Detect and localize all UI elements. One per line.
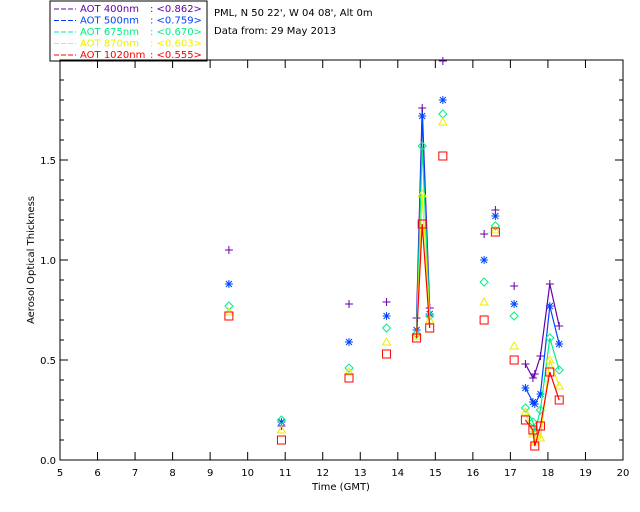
data-point-diamond <box>381 323 392 333</box>
data-point-triangle <box>509 340 520 350</box>
data-point-square <box>382 349 392 359</box>
data-point-asterisk <box>345 338 354 346</box>
data-point-asterisk <box>555 340 564 348</box>
x-tick-label: 8 <box>169 468 175 479</box>
x-tick-label: 12 <box>316 468 329 479</box>
data-point-plus <box>480 230 489 238</box>
data-point-triangle <box>479 296 489 306</box>
y-tick-label: 0.0 <box>40 456 56 467</box>
y-tick-label: 1.5 <box>40 156 56 167</box>
legend: AOT 400nm : <0.862> AOT 500nm : <0.759> AOT … <box>49 0 208 62</box>
series-line <box>524 305 560 406</box>
data-point-asterisk <box>480 256 489 264</box>
data-point-plus <box>345 300 354 308</box>
legend-mean: : <0.862> <box>150 4 202 15</box>
x-tick-label: 9 <box>207 468 213 479</box>
legend-name: AOT 1020nm <box>80 50 145 61</box>
x-tick-label: 15 <box>429 468 442 479</box>
data-point-diamond <box>509 311 519 321</box>
x-axis-label: Time (GMT) <box>311 482 370 493</box>
data-point-asterisk <box>521 384 530 392</box>
data-point-square <box>490 227 500 237</box>
y-tick-label: 1.0 <box>40 256 56 267</box>
data-point-plus <box>555 322 564 330</box>
legend-name: AOT 400nm <box>80 4 139 15</box>
site-label: PML, N 50 22', W 04 08', Alt 0m <box>214 8 373 19</box>
data-point-plus <box>510 282 519 290</box>
series-line <box>524 283 560 380</box>
data-point-asterisk <box>530 400 539 408</box>
x-tick-label: 5 <box>57 468 63 479</box>
data-point-plus <box>528 374 537 382</box>
x-tick-label: 14 <box>391 468 404 479</box>
x-tick-label: 17 <box>504 468 517 479</box>
data-point-plus <box>418 104 427 112</box>
data-point-plus <box>521 360 530 368</box>
date-label: Data from: 29 May 2013 <box>214 26 336 37</box>
data-point-asterisk <box>418 112 427 120</box>
data-point-square <box>276 435 286 445</box>
data-point-plus <box>224 246 233 254</box>
y-axis-label: Aerosol Optical Thickness <box>26 196 37 324</box>
data-point-asterisk <box>224 280 233 288</box>
legend-mean: : <0.670> <box>150 27 202 38</box>
data-point-plus <box>545 280 554 288</box>
data-point-asterisk <box>510 300 519 308</box>
data-point-plus <box>438 57 447 65</box>
x-tick-label: 7 <box>132 468 138 479</box>
x-tick-label: 16 <box>466 468 479 479</box>
x-tick-label: 11 <box>279 468 292 479</box>
legend-name: AOT 870nm <box>80 39 139 50</box>
x-tick-label: 18 <box>542 468 555 479</box>
x-tick-label: 6 <box>94 468 100 479</box>
legend-mean: : <0.603> <box>150 39 202 50</box>
data-point-triangle <box>381 336 392 346</box>
y-tick-label: 0.5 <box>40 356 56 367</box>
x-tick-label: 10 <box>241 468 254 479</box>
data-point-asterisk <box>438 96 447 104</box>
x-tick-label: 13 <box>354 468 367 479</box>
data-point-asterisk <box>545 302 554 310</box>
x-tick-label: 19 <box>579 468 592 479</box>
data-point-diamond <box>438 109 448 119</box>
aot-chart: AOT 400nm : <0.862> AOT 500nm : <0.759> AOT … <box>26 0 630 493</box>
legend-name: AOT 500nm <box>80 16 139 27</box>
data-point-plus <box>382 298 391 306</box>
data-point-diamond <box>479 277 489 287</box>
data-point-square <box>438 151 448 161</box>
data-point-asterisk <box>382 312 391 320</box>
plot-frame <box>59 59 624 461</box>
legend-mean: : <0.555> <box>150 50 202 61</box>
legend-mean: : <0.759> <box>150 16 202 27</box>
data-point-plus <box>536 352 545 360</box>
legend-name: AOT 675nm <box>80 27 139 38</box>
data-point-triangle <box>437 116 448 126</box>
data-point-square <box>509 355 519 365</box>
data-point-square <box>479 315 489 325</box>
data-point-asterisk <box>491 212 500 220</box>
x-tick-label: 20 <box>617 468 630 479</box>
